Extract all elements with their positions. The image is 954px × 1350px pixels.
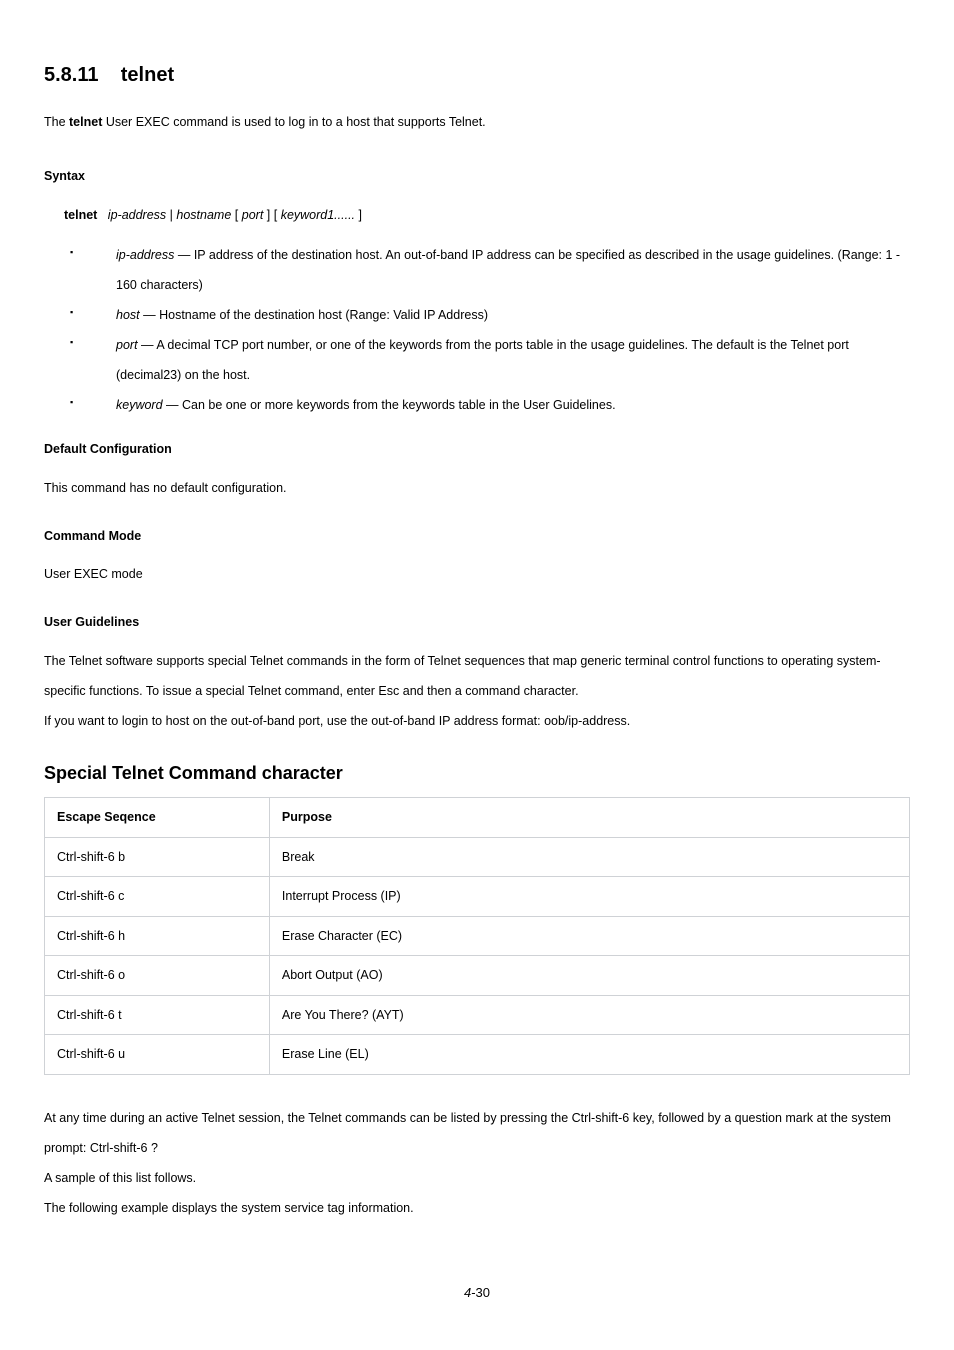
table-cell-seq: Ctrl-shift-6 o bbox=[45, 956, 270, 996]
syntax-cmd: telnet bbox=[64, 208, 97, 222]
table-row: Ctrl-shift-6 b Break bbox=[45, 837, 910, 877]
table-row: Ctrl-shift-6 o Abort Output (AO) bbox=[45, 956, 910, 996]
after-table-p3: The following example displays the syste… bbox=[44, 1193, 910, 1223]
default-config-body: This command has no default configuratio… bbox=[44, 473, 910, 503]
table-header: Escape Seqence bbox=[45, 798, 270, 838]
default-config-heading: Default Configuration bbox=[44, 440, 910, 459]
list-item: keyword — Can be one or more keywords fr… bbox=[64, 390, 910, 420]
param-dash: — bbox=[138, 338, 157, 352]
table-cell-seq: Ctrl-shift-6 u bbox=[45, 1035, 270, 1075]
table-title: Special Telnet Command character bbox=[44, 760, 910, 787]
param-desc: A decimal TCP port number, or one of the… bbox=[116, 338, 849, 382]
syntax-heading: Syntax bbox=[44, 167, 910, 186]
table-cell-purpose: Are You There? (AYT) bbox=[269, 995, 909, 1035]
list-item: ip-address — IP address of the destinati… bbox=[64, 240, 910, 300]
param-desc: Can be one or more keywords from the key… bbox=[182, 398, 616, 412]
syntax-keyword: keyword1...... bbox=[281, 208, 355, 222]
list-item: port — A decimal TCP port number, or one… bbox=[64, 330, 910, 390]
table-cell-purpose: Interrupt Process (IP) bbox=[269, 877, 909, 917]
param-name: host bbox=[116, 308, 140, 322]
syntax-rbr2: ] bbox=[359, 208, 362, 222]
after-table-p1: At any time during an active Telnet sess… bbox=[44, 1103, 910, 1163]
special-commands-table: Escape Seqence Purpose Ctrl-shift-6 b Br… bbox=[44, 797, 910, 1075]
guidelines-para-2: If you want to login to host on the out-… bbox=[44, 706, 910, 736]
section-title-text: telnet bbox=[121, 64, 174, 86]
intro-paragraph: The telnet User EXEC command is used to … bbox=[44, 110, 910, 135]
param-name: ip-address bbox=[116, 248, 174, 262]
param-name: keyword bbox=[116, 398, 163, 412]
page-suffix: -30 bbox=[471, 1285, 490, 1300]
param-dash: — bbox=[163, 398, 182, 412]
param-name: port bbox=[116, 338, 138, 352]
param-desc: Hostname of the destination host (Range:… bbox=[159, 308, 488, 322]
table-cell-purpose: Erase Line (EL) bbox=[269, 1035, 909, 1075]
parameter-list: ip-address — IP address of the destinati… bbox=[64, 240, 910, 420]
syntax-line: telnet ip-address | hostname [ port ] [ … bbox=[64, 200, 910, 230]
list-item: host — Hostname of the destination host … bbox=[64, 300, 910, 330]
table-cell-purpose: Erase Character (EC) bbox=[269, 916, 909, 956]
table-header: Purpose bbox=[269, 798, 909, 838]
intro-prefix: The bbox=[44, 115, 69, 129]
table-row: Ctrl-shift-6 u Erase Line (EL) bbox=[45, 1035, 910, 1075]
section-heading: 5.8.11 telnet bbox=[44, 60, 910, 90]
intro-command: telnet bbox=[69, 115, 102, 129]
syntax-lbr1: [ bbox=[235, 208, 238, 222]
param-desc: IP address of the destination host. An o… bbox=[116, 248, 900, 292]
after-table-p2: A sample of this list follows. bbox=[44, 1163, 910, 1193]
intro-suffix: User EXEC command is used to log in to a… bbox=[102, 115, 485, 129]
section-number: 5.8.11 bbox=[44, 64, 99, 86]
syntax-host: hostname bbox=[176, 208, 231, 222]
param-dash: — bbox=[140, 308, 159, 322]
command-mode-body: User EXEC mode bbox=[44, 559, 910, 589]
table-cell-seq: Ctrl-shift-6 h bbox=[45, 916, 270, 956]
syntax-rbr1: ] [ bbox=[267, 208, 277, 222]
table-row: Ctrl-shift-6 h Erase Character (EC) bbox=[45, 916, 910, 956]
command-mode-heading: Command Mode bbox=[44, 527, 910, 546]
table-cell-purpose: Abort Output (AO) bbox=[269, 956, 909, 996]
param-dash: — bbox=[174, 248, 193, 262]
page-number: 4-30 bbox=[44, 1283, 910, 1303]
user-guidelines-heading: User Guidelines bbox=[44, 613, 910, 632]
table-cell-seq: Ctrl-shift-6 c bbox=[45, 877, 270, 917]
syntax-ip: ip-address bbox=[108, 208, 166, 222]
table-cell-purpose: Break bbox=[269, 837, 909, 877]
table-header-row: Escape Seqence Purpose bbox=[45, 798, 910, 838]
table-row: Ctrl-shift-6 t Are You There? (AYT) bbox=[45, 995, 910, 1035]
table-cell-seq: Ctrl-shift-6 t bbox=[45, 995, 270, 1035]
table-row: Ctrl-shift-6 c Interrupt Process (IP) bbox=[45, 877, 910, 917]
syntax-port: port bbox=[242, 208, 264, 222]
guidelines-para-1: The Telnet software supports special Tel… bbox=[44, 646, 910, 706]
table-cell-seq: Ctrl-shift-6 b bbox=[45, 837, 270, 877]
